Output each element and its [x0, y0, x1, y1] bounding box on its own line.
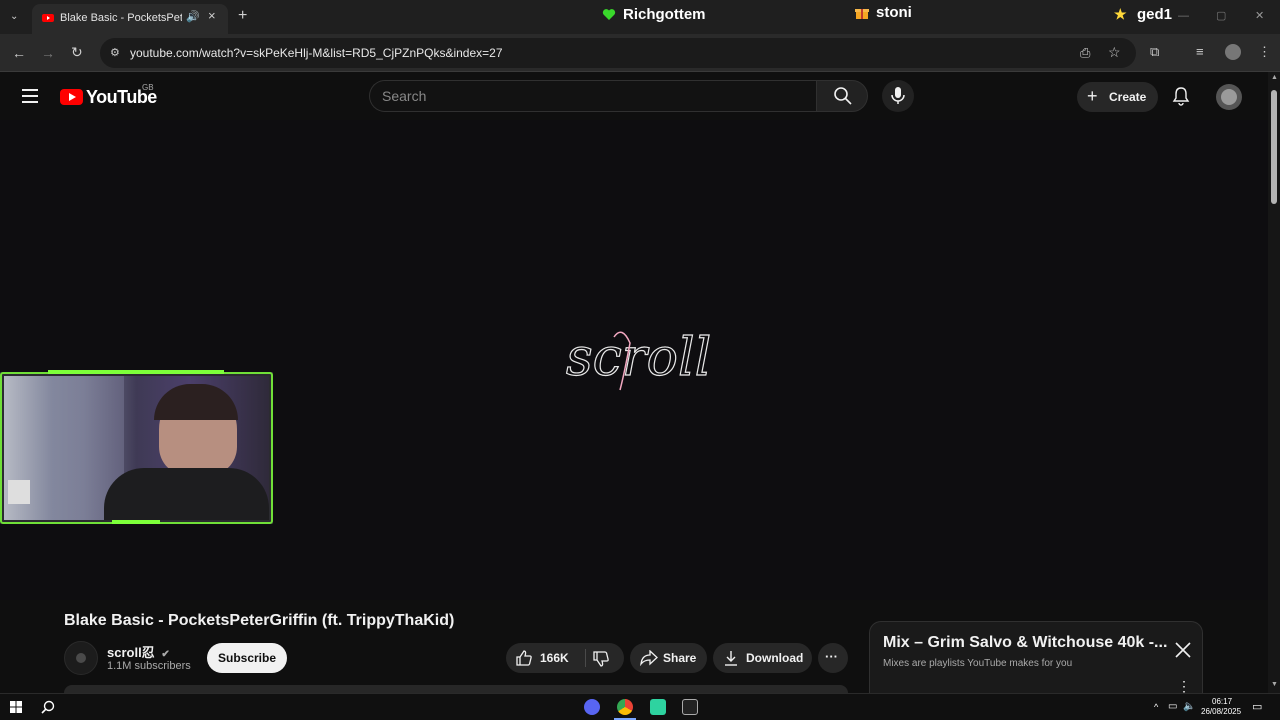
windows-start-icon[interactable] — [10, 701, 22, 713]
region-code: GB — [142, 83, 154, 92]
install-app-icon[interactable]: ⎙ — [1080, 45, 1090, 61]
webcam-overlay — [0, 370, 273, 524]
tab-audio-icon[interactable]: 🔊 — [186, 10, 200, 23]
browser-tab-bar: ⌄ Blake Basic - PocketsPeterG 🔊 × + Rich… — [0, 0, 1280, 34]
scroll-up-icon[interactable]: ▲ — [1271, 74, 1278, 81]
share-arrow-icon — [640, 650, 658, 666]
network-icon[interactable]: ▭ — [1168, 701, 1177, 712]
chrome-icon[interactable] — [617, 699, 633, 715]
youtube-play-icon — [60, 89, 83, 105]
download-button[interactable]: Download — [713, 643, 812, 673]
star-icon: ★ — [1114, 6, 1127, 22]
page-scrollbar[interactable]: ▲ ▼ — [1268, 72, 1280, 693]
download-icon — [725, 651, 737, 666]
share-label: Share — [663, 651, 697, 665]
more-actions-icon: ··· — [825, 649, 838, 664]
new-tab-button[interactable]: + — [238, 8, 247, 24]
create-button[interactable]: + Create — [1077, 82, 1158, 112]
like-dislike-group: 166K — [506, 643, 624, 673]
windows-taskbar: ^ ▭ 🔈 06:17 26/08/2025 ▭ — [0, 693, 1280, 720]
back-arrow-icon[interactable]: ← — [12, 45, 26, 61]
create-label: Create — [1109, 90, 1147, 104]
clock-date[interactable]: 26/08/2025 — [1201, 707, 1241, 716]
notifications-bell-icon[interactable] — [1172, 86, 1190, 106]
download-label: Download — [746, 651, 804, 665]
forward-arrow-icon[interactable]: → — [41, 45, 55, 61]
gift-icon — [855, 9, 869, 19]
channel-name[interactable]: scroll忍 ✔ — [107, 642, 170, 661]
plus-icon: + — [1087, 86, 1098, 106]
like-divider — [585, 649, 586, 667]
overlay-name-label: stoni — [876, 4, 912, 21]
close-window-button[interactable]: ✕ — [1255, 8, 1264, 24]
video-channel-logo: scroll忍 — [565, 327, 712, 391]
app-icon-green[interactable] — [650, 699, 666, 715]
scroll-down-icon[interactable]: ▼ — [1271, 681, 1278, 688]
channel-avatar[interactable] — [64, 641, 98, 675]
browser-tab[interactable]: Blake Basic - PocketsPeterG 🔊 × — [32, 4, 228, 34]
tab-search-chevron-icon[interactable]: ⌄ — [10, 9, 18, 25]
reload-icon[interactable]: ↻ — [71, 44, 83, 60]
verified-badge-icon: ✔ — [161, 649, 170, 660]
maximize-button[interactable]: ▢ — [1216, 8, 1226, 24]
tray-chevron-icon[interactable]: ^ — [1154, 702, 1158, 712]
svg-text:scroll忍: scroll忍 — [566, 328, 712, 388]
close-icon[interactable] — [1173, 640, 1193, 660]
youtube-header: YouTube GB + Create — [0, 72, 1268, 120]
url-text[interactable]: youtube.com/watch?v=skPeKeHlj-M&list=RD5… — [130, 46, 503, 60]
like-thumb-icon[interactable] — [515, 649, 533, 667]
share-button[interactable]: Share — [630, 643, 707, 673]
search-box — [369, 80, 817, 112]
video-player[interactable]: scroll忍 — [0, 120, 1268, 600]
clock-time[interactable]: 06:17 — [1212, 697, 1232, 706]
browser-menu-icon[interactable]: ⋮ — [1258, 44, 1271, 60]
video-title: Blake Basic - PocketsPeterGriffin (ft. T… — [64, 612, 455, 629]
notification-center-icon[interactable]: ▭ — [1252, 700, 1262, 713]
profile-avatar[interactable] — [1225, 44, 1241, 60]
discord-icon[interactable] — [584, 699, 600, 715]
description-box[interactable] — [64, 685, 848, 693]
extensions-icon[interactable]: ⧉ — [1150, 44, 1159, 60]
bookmark-star-icon[interactable]: ☆ — [1108, 44, 1121, 60]
search-icon — [834, 87, 852, 105]
taskbar-search-icon[interactable] — [41, 700, 55, 714]
guide-menu-icon[interactable] — [22, 89, 38, 103]
overlay-name-label: Richgottem — [623, 6, 706, 23]
search-input[interactable] — [382, 87, 802, 105]
voice-search-button[interactable] — [882, 80, 914, 112]
more-actions-button[interactable]: ··· — [818, 643, 848, 673]
mix-subtitle: Mixes are playlists YouTube makes for yo… — [883, 658, 1073, 669]
channel-name-text[interactable]: scroll忍 — [107, 645, 155, 660]
mix-title[interactable]: Mix – Grim Salvo & Witchouse 40k -... — [883, 634, 1167, 652]
app-icon-dark[interactable] — [682, 699, 698, 715]
dislike-thumb-icon[interactable] — [592, 650, 610, 668]
browser-toolbar: ← → ↻ ⚙ youtube.com/watch?v=skPeKeHlj-M&… — [0, 34, 1280, 72]
mix-playlist-panel: Mix – Grim Salvo & Witchouse 40k -... Mi… — [869, 621, 1203, 694]
search-button[interactable] — [816, 80, 868, 112]
green-heart-icon — [602, 9, 616, 20]
volume-icon[interactable]: 🔈 — [1183, 701, 1195, 712]
youtube-favicon-icon — [42, 14, 54, 22]
scrollbar-thumb[interactable] — [1271, 90, 1277, 204]
overlay-name-label: ged1 — [1137, 6, 1173, 23]
tab-close-button[interactable]: × — [208, 8, 216, 23]
address-bar[interactable]: ⚙ youtube.com/watch?v=skPeKeHlj-M&list=R… — [100, 38, 1136, 68]
site-settings-icon[interactable]: ⚙ — [110, 46, 120, 59]
subscriber-count: 1.1M subscribers — [107, 660, 191, 672]
like-count[interactable]: 166K — [540, 651, 569, 665]
tab-title: Blake Basic - PocketsPeterG — [60, 12, 182, 24]
subscribe-button[interactable]: Subscribe — [207, 643, 287, 673]
account-avatar[interactable] — [1216, 84, 1242, 110]
minimize-button[interactable]: — — [1178, 8, 1189, 24]
media-controls-icon[interactable]: ≡ — [1196, 44, 1204, 60]
microphone-icon — [891, 87, 905, 104]
